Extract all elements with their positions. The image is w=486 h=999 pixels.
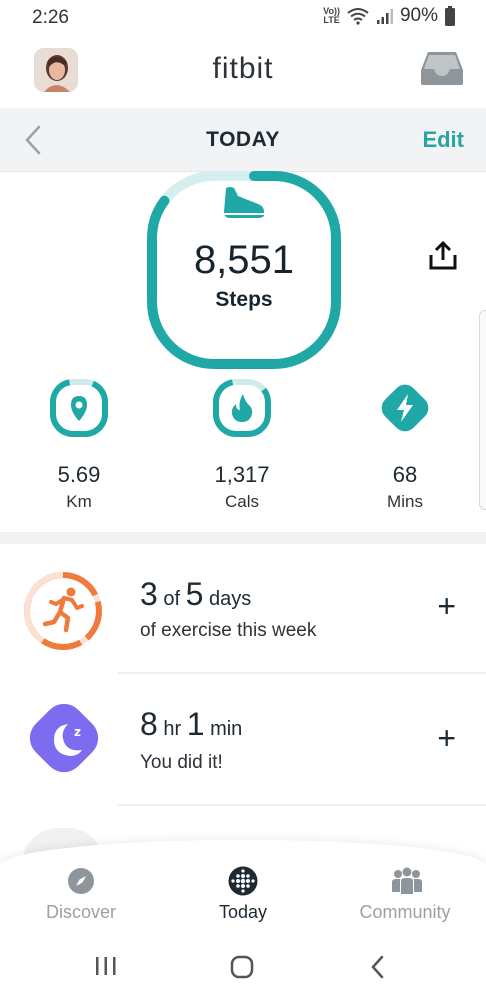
card-divider [118, 804, 486, 806]
back-icon[interactable] [368, 954, 388, 985]
moon-icon: z [20, 694, 108, 787]
app-title: fitbit [212, 52, 274, 85]
active-minutes-stat[interactable]: 68 Mins [345, 378, 465, 512]
calories-value: 1,317 [214, 462, 270, 487]
sleep-card[interactable]: z 8 hr 1 min You did it! + [0, 676, 486, 808]
status-icons: Vo)) LTE 90% [323, 5, 456, 27]
fitbit-dots-icon [228, 866, 258, 896]
edge-panel-handle[interactable] [479, 310, 486, 510]
svg-text:z: z [74, 725, 81, 739]
active-minutes-value: 68 [392, 462, 418, 487]
running-person-icon [20, 568, 106, 659]
flame-icon [212, 378, 272, 438]
battery-icon [445, 6, 455, 26]
nav-discover[interactable]: Discover [11, 866, 151, 923]
edit-button[interactable]: Edit [422, 127, 464, 153]
fitbit-today-screen: 2:26 Vo)) LTE 90% fitbit TODAY Edit 8,55… [0, 0, 486, 999]
distance-stat[interactable]: 5.69 Km [19, 378, 139, 512]
community-icon [390, 866, 422, 896]
active-minutes-unit: Mins [387, 492, 423, 511]
page-title: TODAY [206, 128, 280, 151]
wifi-icon [347, 8, 369, 25]
system-nav-bar [0, 940, 486, 999]
signal-icon [376, 9, 393, 24]
exercise-goal-subtitle: of exercise this week [140, 620, 317, 641]
nav-today[interactable]: Today [173, 866, 313, 923]
date-header: TODAY Edit [0, 108, 486, 172]
bottom-nav: Discover Today Community [0, 840, 486, 950]
add-exercise-button[interactable]: + [437, 588, 456, 625]
status-time: 2:26 [32, 7, 69, 28]
steps-label: Steps [215, 288, 273, 311]
volte-icon: Vo)) LTE [323, 6, 340, 25]
add-sleep-button[interactable]: + [437, 720, 456, 757]
recent-apps-icon[interactable] [94, 954, 118, 983]
location-pin-icon [49, 378, 109, 438]
distance-value: 5.69 [57, 462, 101, 487]
exercise-goal-title: 3 of 5 days [140, 576, 252, 612]
share-icon[interactable] [428, 240, 458, 277]
inbox-icon[interactable] [420, 50, 464, 91]
lightning-icon [375, 378, 435, 438]
home-icon[interactable] [229, 954, 255, 985]
app-header: fitbit [0, 34, 486, 108]
card-divider [118, 672, 486, 674]
steps-tile[interactable]: 8,551 Steps [146, 170, 342, 370]
steps-value: 8,551 [193, 238, 295, 282]
exercise-goal-card[interactable]: 3 of 5 days of exercise this week + [0, 544, 486, 676]
shoe-icon [220, 184, 266, 227]
status-bar: 2:26 Vo)) LTE 90% [0, 0, 486, 34]
compass-icon [66, 866, 96, 896]
nav-community[interactable]: Community [335, 866, 475, 923]
distance-unit: Km [66, 492, 92, 511]
sleep-title: 8 hr 1 min [140, 706, 243, 742]
calories-unit: Cals [224, 492, 259, 511]
calories-stat[interactable]: 1,317 Cals [182, 378, 302, 512]
battery-percent: 90% [399, 5, 438, 26]
sleep-subtitle: You did it! [140, 752, 223, 773]
section-divider [0, 532, 486, 544]
